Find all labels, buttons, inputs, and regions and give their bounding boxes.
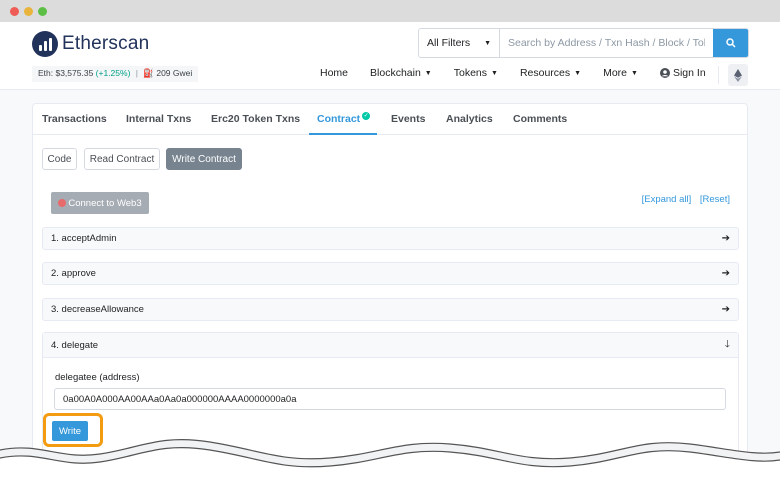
nav-tokens-label: Tokens	[453, 67, 488, 79]
chevron-down-icon: ▼	[484, 39, 491, 47]
connect-web3-label: Connect to Web3	[68, 197, 142, 209]
user-icon	[659, 68, 670, 78]
nav-sign-in[interactable]: Sign In	[659, 67, 706, 79]
maximize-window-button[interactable]	[38, 7, 47, 16]
function-approve[interactable]: 2. approve ➔	[42, 262, 739, 285]
eth-price[interactable]: Eth: $3,575.35	[38, 68, 93, 78]
close-window-button[interactable]	[10, 7, 19, 16]
nav-more-label: More	[603, 67, 628, 79]
search-input[interactable]	[500, 29, 713, 57]
tab-erc20-token-txns[interactable]: Erc20 Token Txns	[211, 113, 300, 125]
nav-more[interactable]: More ▼	[603, 67, 638, 79]
nav-home[interactable]: Home	[320, 67, 348, 79]
delegatee-field-label: delegatee (address)	[55, 372, 140, 383]
chevron-down-icon: ▼	[631, 69, 638, 77]
arrow-right-icon: ➔	[721, 233, 730, 244]
function-decreaseallowance[interactable]: 3. decreaseAllowance ➔	[42, 298, 739, 321]
search-icon	[726, 38, 736, 48]
nav-resources[interactable]: Resources ▼	[520, 67, 581, 79]
search-bar: All Filters ▼	[418, 28, 749, 58]
function-label: 4. delegate	[51, 339, 99, 351]
nav-resources-label: Resources	[519, 67, 571, 79]
nav-sign-in-label: Sign In	[672, 67, 706, 79]
tab-analytics[interactable]: Analytics	[446, 113, 493, 125]
minimize-window-button[interactable]	[24, 7, 33, 16]
search-filter-label: All Filters	[427, 37, 471, 49]
torn-edge-decoration	[0, 439, 780, 489]
code-button[interactable]: Code	[42, 148, 77, 170]
nav-blockchain[interactable]: Blockchain ▼	[370, 67, 432, 79]
tab-internal-txns[interactable]: Internal Txns	[126, 113, 191, 125]
function-label: 1. acceptAdmin	[51, 233, 117, 244]
function-delegate-header[interactable]: 4. delegate 🡓	[43, 333, 738, 358]
network-switch-button[interactable]	[728, 64, 748, 86]
tab-contract-label: Contract	[317, 113, 361, 125]
write-contract-button[interactable]: Write Contract	[166, 148, 242, 170]
chevron-down-icon: ▼	[574, 69, 582, 77]
verified-check-icon: ✓	[362, 112, 371, 120]
nav-divider	[718, 66, 719, 84]
nav-home-label: Home	[320, 67, 349, 79]
delegatee-address-input[interactable]	[54, 388, 726, 410]
eth-price-bar: Eth: $3,575.35 (+1.25%) | ⛽ 209 Gwei	[32, 66, 199, 82]
arrow-down-icon: 🡓	[724, 338, 730, 350]
chevron-down-icon: ▼	[491, 69, 498, 77]
tab-contract[interactable]: Contract ✓	[317, 112, 371, 125]
search-filter-select[interactable]: All Filters ▼	[419, 29, 500, 57]
connect-web3-button[interactable]: Connect to Web3	[51, 192, 149, 214]
logo-icon	[32, 31, 58, 57]
site-header: Etherscan Eth: $3,575.35 (+1.25%) | ⛽ 20…	[0, 22, 780, 90]
search-button[interactable]	[713, 29, 748, 57]
disconnected-status-icon	[58, 199, 67, 207]
tab-transactions[interactable]: Transactions	[42, 113, 107, 125]
accordion-controls: [Expand all] [Reset]	[636, 194, 730, 205]
tab-events[interactable]: Events	[391, 113, 425, 125]
stats-separator: |	[135, 68, 138, 78]
ethereum-icon	[734, 68, 742, 82]
function-acceptadmin[interactable]: 1. acceptAdmin ➔	[42, 227, 739, 250]
active-tab-indicator	[309, 133, 377, 135]
arrow-right-icon: ➔	[721, 268, 730, 279]
window-titlebar	[0, 0, 780, 22]
expand-all-link[interactable]: [Expand all]	[642, 194, 692, 205]
arrow-right-icon: ➔	[721, 304, 730, 315]
nav-blockchain-label: Blockchain	[370, 67, 421, 79]
tab-bar: Transactions Internal Txns Erc20 Token T…	[33, 104, 747, 135]
chevron-down-icon: ▼	[424, 69, 432, 77]
reset-link[interactable]: [Reset]	[700, 194, 730, 205]
logo-text: Etherscan	[62, 33, 150, 54]
function-label: 2. approve	[51, 268, 96, 279]
gas-price[interactable]: 209 Gwei	[156, 68, 192, 78]
read-contract-button[interactable]: Read Contract	[84, 148, 160, 170]
function-label: 3. decreaseAllowance	[51, 304, 144, 315]
gas-icon: ⛽	[143, 68, 154, 78]
etherscan-logo[interactable]: Etherscan	[32, 31, 149, 57]
nav-tokens[interactable]: Tokens ▼	[454, 67, 498, 79]
main-nav: Home Blockchain ▼ Tokens ▼ Resources ▼ More…	[320, 67, 728, 79]
tab-comments[interactable]: Comments	[513, 113, 567, 125]
price-change: (+1.25%)	[95, 68, 131, 78]
